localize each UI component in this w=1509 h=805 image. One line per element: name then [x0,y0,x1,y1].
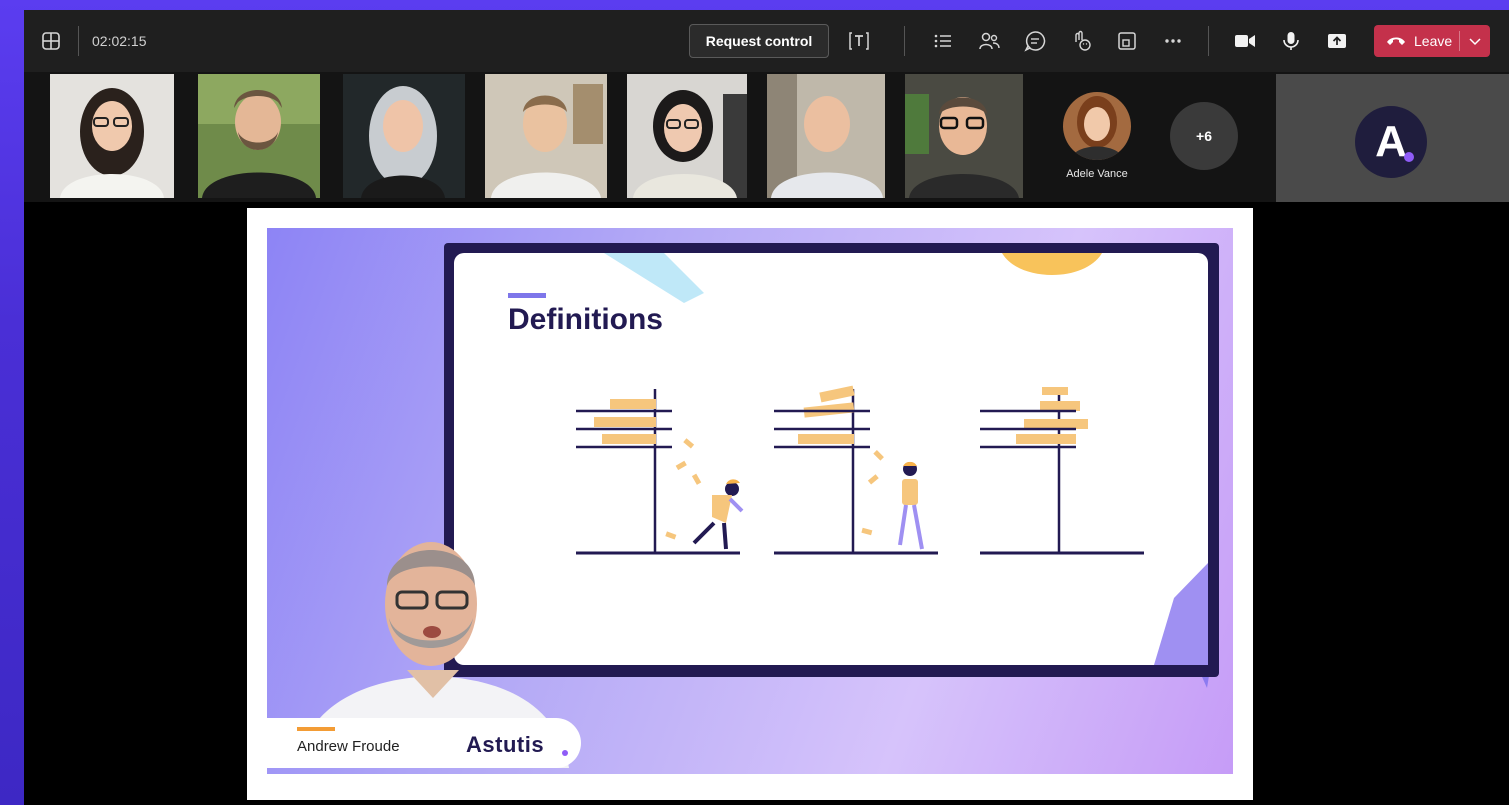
more-icon [1165,39,1181,43]
chevron-down-icon[interactable] [1468,31,1482,51]
participant-video-tile[interactable] [905,74,1023,198]
participant-strip: Adele Vance +6 A [24,72,1509,202]
participant-video-tile[interactable] [198,74,320,198]
shared-screen: Definitions Andrew Froude Astutis [247,208,1253,800]
meeting-toolbar: 02:02:15 Request control Leave [24,10,1509,72]
chat-icon [1024,31,1046,52]
text-format-icon [849,32,869,50]
meeting-timer: 02:02:15 [92,33,147,49]
presenter-name: Andrew Froude [297,738,400,755]
people-button[interactable] [974,26,1004,56]
participant-video-tile[interactable] [627,74,747,198]
meeting-window: 02:02:15 Request control Leave Adele Van… [24,10,1509,805]
participant-video-tile[interactable] [485,74,607,198]
microphone-button[interactable] [1276,26,1306,56]
share-screen-button[interactable] [1322,26,1352,56]
people-icon [979,32,1000,50]
participant-video-tile[interactable] [50,74,174,198]
mic-icon [1283,32,1299,50]
participant-brand-tile[interactable]: A [1276,74,1509,202]
agenda-button[interactable] [928,26,958,56]
camera-button[interactable] [1230,26,1260,56]
presenter-name-card: Andrew Froude Astutis [267,718,581,768]
leave-button[interactable]: Leave [1374,25,1490,57]
falling-bricks-illustration [576,385,1144,555]
participant-video-tile[interactable] [767,74,885,198]
brand-logo: A [1355,106,1427,178]
participant-name: Adele Vance [1066,168,1128,180]
camera-icon [1235,35,1255,47]
reactions-icon [1075,30,1091,51]
participant-avatar-tile[interactable]: Adele Vance [1050,74,1170,198]
more-participants-button[interactable]: +6 [1170,102,1238,170]
company-logo-text: Astutis [466,732,545,757]
list-icon [934,34,951,48]
leave-split-divider [1459,31,1460,51]
title-accent-bar [508,293,546,298]
more-options-button[interactable] [1158,26,1188,56]
presentation-slide: Definitions Andrew Froude Astutis [267,228,1233,774]
company-logo-dot [562,750,568,756]
reactions-button[interactable] [1066,26,1096,56]
rooms-icon [1118,32,1136,50]
phone-icon [1387,37,1405,45]
rooms-button[interactable] [1112,26,1142,56]
layout-button[interactable] [36,26,66,56]
slide-title: Definitions [508,303,663,336]
toolbar-divider [78,26,79,56]
live-captions-button[interactable] [844,26,874,56]
share-icon [1328,34,1346,48]
layout-icon [42,32,60,50]
brand-logo-dot [1404,152,1414,162]
toolbar-divider [904,26,905,56]
request-control-button[interactable]: Request control [689,24,829,58]
participant-video-tile[interactable] [343,74,465,198]
toolbar-divider [1208,26,1209,56]
name-card-accent [297,727,335,731]
leave-label: Leave [1414,33,1453,49]
avatar [1063,92,1131,160]
chat-button[interactable] [1020,26,1050,56]
